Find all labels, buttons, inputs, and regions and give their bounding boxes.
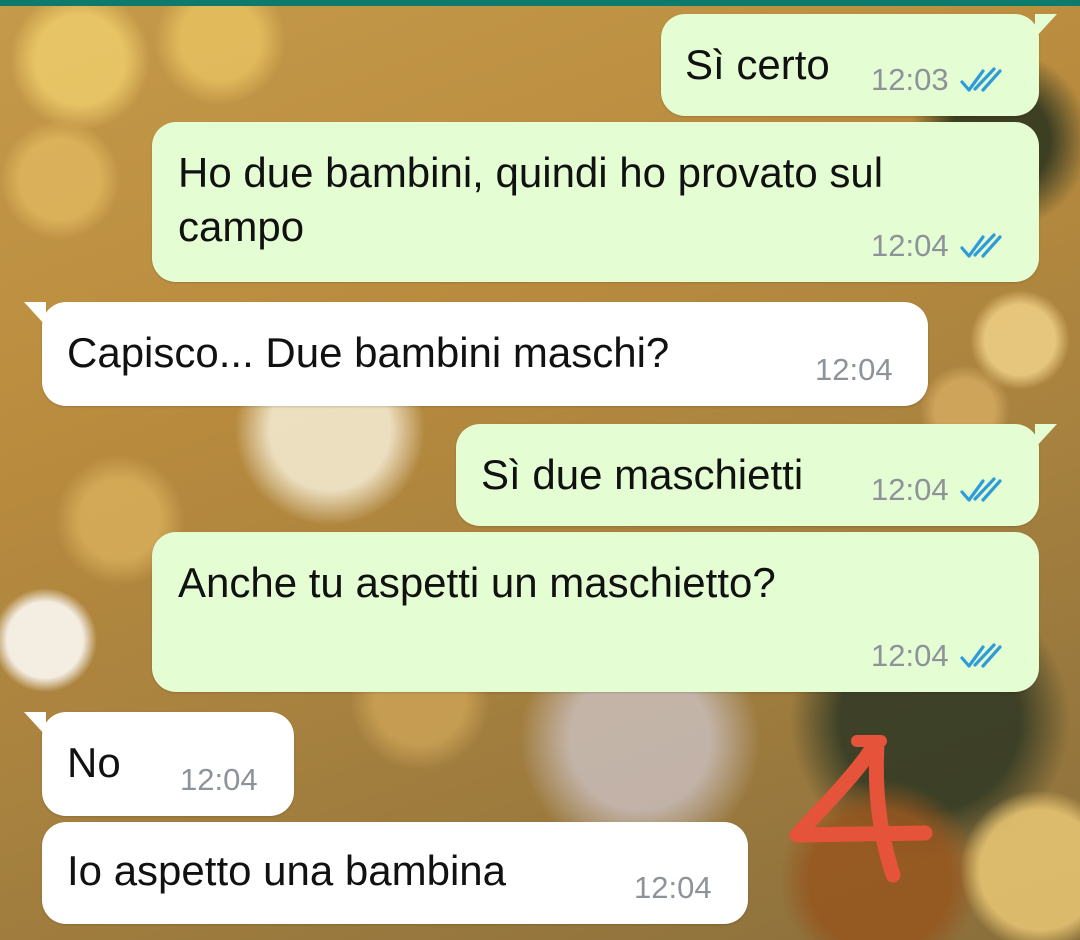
message-bubble-outgoing[interactable]: Anche tu aspetti un maschietto? 12:04 <box>152 532 1039 692</box>
message-meta: 12:04 <box>871 638 1003 674</box>
message-text: Ho due bambini, quindi ho provato sul ca… <box>178 149 884 250</box>
message-text: Anche tu aspetti un maschietto? <box>178 559 776 606</box>
double-check-icon <box>959 477 1002 502</box>
message-bubble-incoming[interactable]: Capisco... Due bambini maschi? 12:04 <box>24 302 928 406</box>
message-bubble-incoming[interactable]: No 12:04 <box>24 712 294 816</box>
message-meta: 12:03 <box>871 62 1003 98</box>
message-time: 12:04 <box>180 762 258 797</box>
message-time: 12:03 <box>871 62 949 97</box>
message-time: 12:04 <box>871 228 949 263</box>
message-text: Sì due maschietti <box>481 451 804 498</box>
message-time: 12:04 <box>634 870 712 905</box>
message-bubble-outgoing[interactable]: Ho due bambini, quindi ho provato sul ca… <box>152 122 1039 282</box>
message-time: 12:04 <box>871 638 949 673</box>
double-check-icon <box>959 643 1002 668</box>
app-top-bar <box>0 0 1080 6</box>
message-text: Io aspetto una bambina <box>67 847 506 894</box>
handwritten-number-annotation <box>789 735 933 883</box>
message-text: Sì certo <box>685 41 830 88</box>
message-time: 12:04 <box>871 472 949 507</box>
double-check-icon <box>959 67 1002 92</box>
message-text: Capisco... Due bambini maschi? <box>67 329 670 376</box>
double-check-icon <box>959 233 1002 258</box>
message-bubble-incoming[interactable]: Io aspetto una bambina 12:04 <box>42 822 748 924</box>
message-meta: 12:04 <box>871 472 1003 508</box>
message-time: 12:04 <box>815 352 893 387</box>
message-meta: 12:04 <box>634 870 712 906</box>
message-meta: 12:04 <box>871 228 1003 264</box>
message-bubble-outgoing[interactable]: Sì certo 12:03 <box>661 14 1057 116</box>
message-meta: 12:04 <box>180 762 258 798</box>
message-bubble-outgoing[interactable]: Sì due maschietti 12:04 <box>456 424 1057 526</box>
message-text: No <box>67 739 121 786</box>
message-meta: 12:04 <box>815 352 893 388</box>
